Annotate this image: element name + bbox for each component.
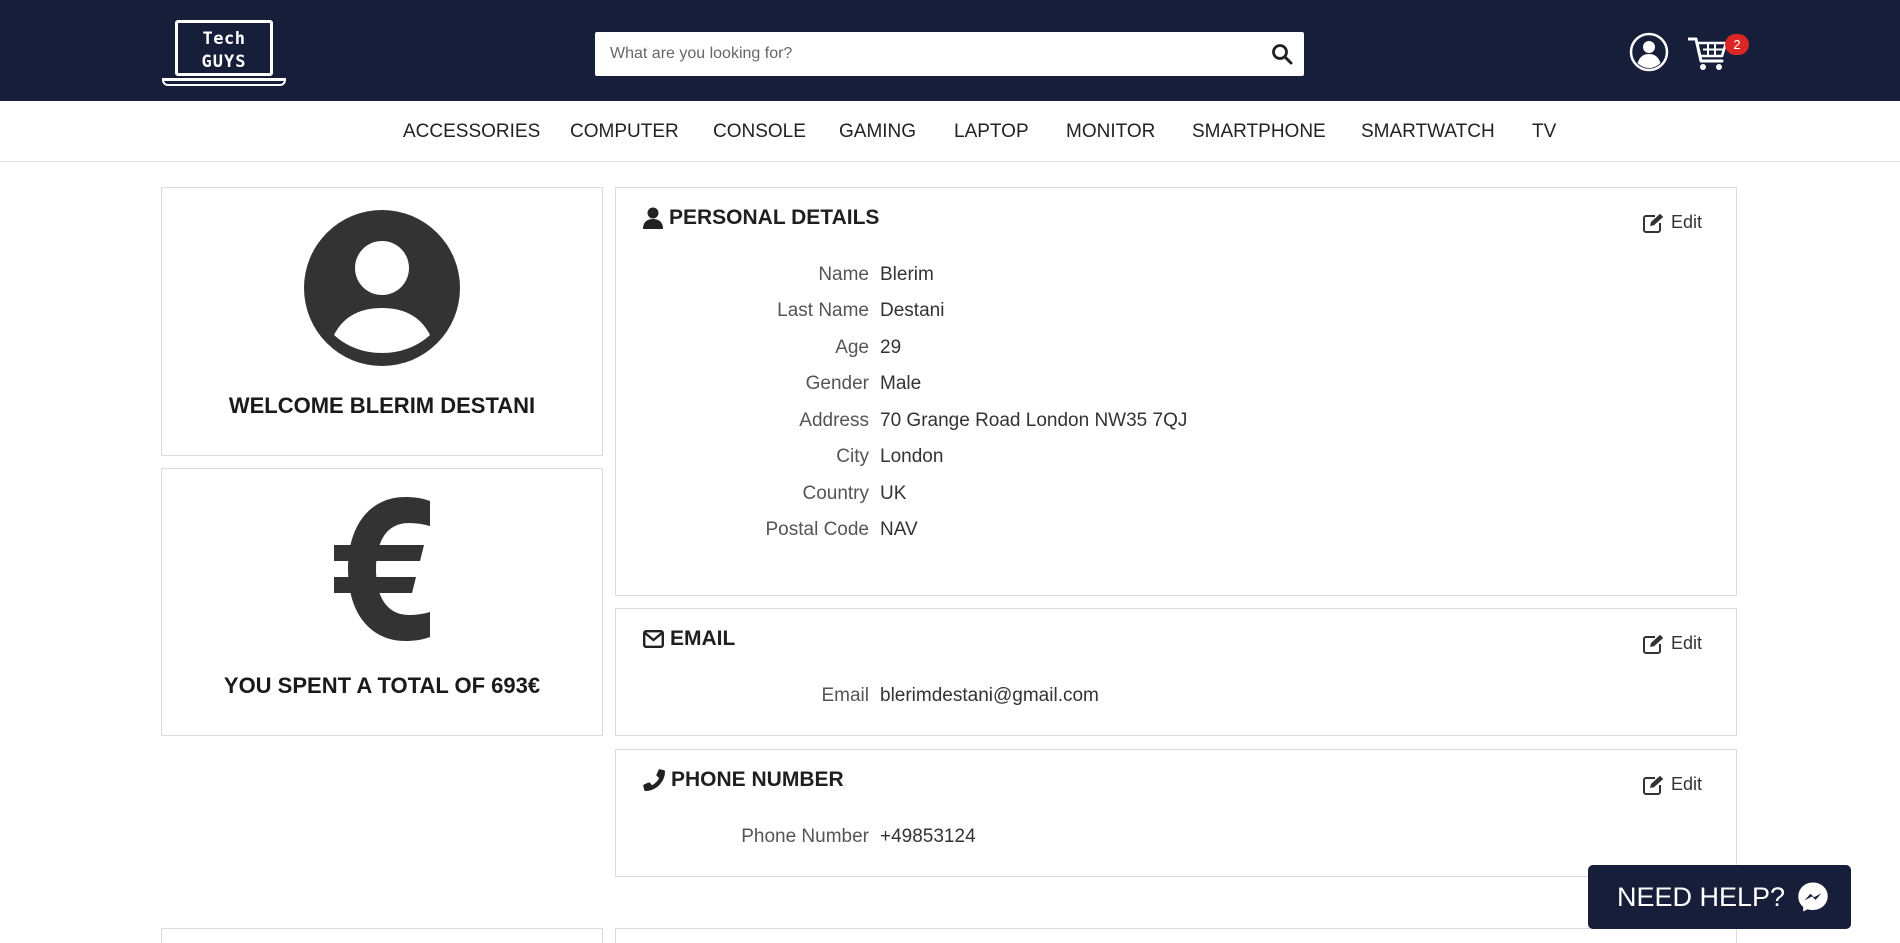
edit-icon bbox=[1642, 634, 1664, 654]
spending-card: YOU SPENT A TOTAL OF 693€ bbox=[161, 468, 603, 736]
field-label: Phone Number bbox=[741, 826, 869, 847]
detail-row-city: City London bbox=[616, 446, 1736, 472]
need-help-label: NEED HELP? bbox=[1617, 881, 1786, 912]
detail-row-name: Name Blerim bbox=[616, 264, 1736, 290]
personal-details-header: PERSONAL DETAILS bbox=[643, 206, 879, 230]
field-value: 70 Grange Road London NW35 7QJ bbox=[880, 410, 1188, 431]
detail-row-country: Country UK bbox=[616, 483, 1736, 509]
search-icon[interactable] bbox=[1270, 42, 1294, 66]
logo-laptop-base bbox=[162, 78, 286, 86]
search-bar bbox=[595, 32, 1304, 76]
email-header: EMAIL bbox=[643, 627, 735, 651]
category-laptop[interactable]: LAPTOP bbox=[954, 121, 1029, 143]
phone-card: PHONE NUMBER Edit Phone Number +49853124 bbox=[615, 749, 1737, 877]
field-value: NAV bbox=[880, 519, 918, 540]
field-label: Email bbox=[821, 685, 869, 706]
need-help-button[interactable]: NEED HELP? bbox=[1588, 865, 1851, 929]
category-smartwatch[interactable]: SMARTWATCH bbox=[1361, 121, 1495, 143]
field-label: Gender bbox=[805, 373, 869, 394]
field-label: Name bbox=[818, 264, 869, 285]
category-nav: ACCESSORIES COMPUTER CONSOLE GAMING LAPT… bbox=[0, 101, 1900, 162]
user-icon bbox=[643, 207, 663, 229]
category-smartphone[interactable]: SMARTPHONE bbox=[1192, 121, 1326, 143]
email-title: EMAIL bbox=[670, 627, 736, 650]
detail-row-phone: Phone Number +49853124 bbox=[616, 826, 1736, 852]
personal-details-title: PERSONAL DETAILS bbox=[669, 206, 880, 229]
search-input[interactable] bbox=[595, 32, 1255, 76]
edit-icon bbox=[1642, 213, 1664, 233]
field-value: Destani bbox=[880, 300, 945, 321]
tech-guys-logo[interactable]: Tech GUYS bbox=[160, 18, 288, 90]
category-computer[interactable]: COMPUTER bbox=[570, 121, 679, 143]
lower-left-card bbox=[161, 928, 603, 943]
field-value: blerimdestani@gmail.com bbox=[880, 685, 1099, 706]
edit-personal-details-button[interactable]: Edit bbox=[1642, 212, 1702, 233]
logo-line-1: Tech bbox=[202, 29, 246, 49]
phone-icon bbox=[643, 769, 665, 791]
category-tv[interactable]: TV bbox=[1532, 121, 1556, 143]
welcome-message: WELCOME BLERIM DESTANI bbox=[228, 393, 536, 418]
detail-row-postal-code: Postal Code NAV bbox=[616, 519, 1736, 545]
detail-row-last-name: Last Name Destani bbox=[616, 300, 1736, 326]
phone-title: PHONE NUMBER bbox=[671, 768, 844, 791]
edit-label: Edit bbox=[1670, 633, 1702, 653]
user-circle-icon[interactable] bbox=[1629, 32, 1669, 72]
field-label: Last Name bbox=[777, 300, 869, 321]
field-value: 29 bbox=[880, 337, 902, 358]
field-value: UK bbox=[880, 483, 907, 504]
field-label: Country bbox=[802, 483, 869, 504]
edit-phone-button[interactable]: Edit bbox=[1642, 774, 1702, 795]
envelope-icon bbox=[643, 630, 664, 648]
detail-row-age: Age 29 bbox=[616, 337, 1736, 363]
field-value: Blerim bbox=[880, 264, 934, 285]
edit-label: Edit bbox=[1670, 774, 1702, 794]
category-gaming[interactable]: GAMING bbox=[839, 121, 916, 143]
welcome-card: WELCOME BLERIM DESTANI bbox=[161, 187, 603, 456]
detail-row-email: Email blerimdestani@gmail.com bbox=[616, 685, 1736, 711]
logo-line-2: GUYS bbox=[201, 52, 247, 72]
lower-right-card bbox=[615, 928, 1737, 943]
euro-icon bbox=[334, 497, 430, 641]
field-value: Male bbox=[880, 373, 922, 394]
field-value: London bbox=[880, 446, 944, 467]
total-spent-message: YOU SPENT A TOTAL OF 693€ bbox=[223, 673, 541, 698]
category-accessories[interactable]: ACCESSORIES bbox=[403, 121, 540, 143]
edit-label: Edit bbox=[1670, 212, 1702, 232]
category-console[interactable]: CONSOLE bbox=[713, 121, 806, 143]
edit-icon bbox=[1642, 775, 1664, 795]
personal-details-card: PERSONAL DETAILS Edit Name Blerim Last N… bbox=[615, 187, 1737, 596]
shopping-cart-icon[interactable] bbox=[1688, 34, 1728, 72]
category-monitor[interactable]: MONITOR bbox=[1066, 121, 1155, 143]
detail-row-address: Address 70 Grange Road London NW35 7QJ bbox=[616, 410, 1736, 436]
field-value: +49853124 bbox=[880, 826, 976, 847]
phone-header: PHONE NUMBER bbox=[643, 768, 844, 792]
field-label: Postal Code bbox=[765, 519, 869, 540]
user-circle-icon bbox=[304, 210, 460, 366]
field-label: City bbox=[836, 446, 869, 467]
email-card: EMAIL Edit Email blerimdestani@gmail.com bbox=[615, 608, 1737, 736]
messenger-icon bbox=[1798, 882, 1828, 912]
top-header: Tech GUYS 2 bbox=[0, 0, 1900, 101]
edit-email-button[interactable]: Edit bbox=[1642, 633, 1702, 654]
detail-row-gender: Gender Male bbox=[616, 373, 1736, 399]
cart-count-badge: 2 bbox=[1725, 34, 1749, 55]
logo-screen: Tech GUYS bbox=[175, 20, 273, 76]
field-label: Address bbox=[799, 410, 869, 431]
field-label: Age bbox=[835, 337, 869, 358]
